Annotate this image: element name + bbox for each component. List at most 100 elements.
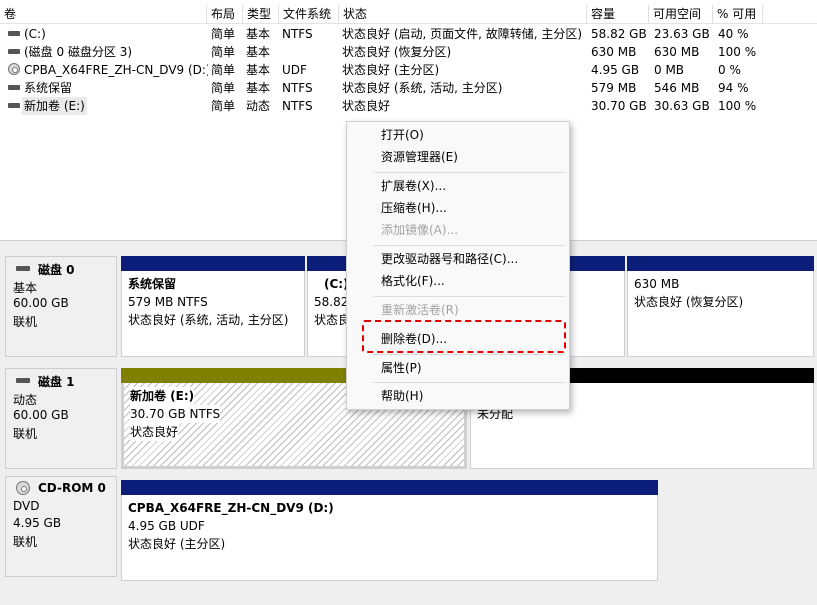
volume-free: 0 MB — [654, 63, 685, 77]
partition-body: 系统保留 579 MB NTFS 状态良好 (系统, 活动, 主分区) — [121, 271, 305, 357]
column-header-type[interactable]: 类型 — [242, 5, 278, 24]
volume-row-system-reserved[interactable]: 系统保留 简单 基本 NTFS 状态良好 (系统, 活动, 主分区) 579 M… — [0, 79, 780, 97]
menu-item-properties[interactable]: 属性(P) — [381, 359, 422, 377]
menu-item-shrink-volume[interactable]: 压缩卷(H)... — [381, 199, 447, 217]
volume-fs: UDF — [282, 63, 307, 77]
partition-size: 579 MB NTFS — [128, 295, 208, 309]
volume-layout: 简单 — [211, 63, 236, 77]
volume-name: 新加卷 (E:) — [22, 97, 87, 115]
menu-separator — [373, 296, 565, 297]
cd-icon — [8, 63, 20, 75]
disk-state: 联机 — [13, 315, 38, 329]
volume-layout: 简单 — [211, 27, 236, 41]
partition-status: 状态良好 (主分区) — [128, 537, 226, 551]
volume-pct: 94 % — [718, 81, 749, 95]
volume-row-recovery[interactable]: (磁盘 0 磁盘分区 3) 简单 基本 状态良好 (恢复分区) 630 MB 6… — [0, 43, 780, 61]
partition-bar — [121, 480, 658, 495]
partition-d[interactable]: CPBA_X64FRE_ZH-CN_DV9 (D:) 4.95 GB UDF 状… — [121, 480, 658, 581]
volume-type: 基本 — [246, 81, 271, 95]
volume-status: 状态良好 — [342, 99, 391, 113]
volume-layout: 简单 — [211, 81, 236, 95]
drive-icon — [8, 49, 20, 54]
disk-size: 60.00 GB — [13, 296, 69, 310]
partition-name: 系统保留 — [128, 277, 177, 291]
partition-status: 状态良好 — [130, 423, 179, 441]
partition-system-reserved[interactable]: 系统保留 579 MB NTFS 状态良好 (系统, 活动, 主分区) — [121, 256, 305, 357]
volume-pct: 40 % — [718, 27, 749, 41]
partition-size: 630 MB — [634, 277, 680, 291]
volume-layout: 简单 — [211, 45, 236, 59]
volume-fs: NTFS — [282, 27, 313, 41]
disk-0-label[interactable]: 磁盘 0 基本 60.00 GB 联机 — [5, 256, 117, 357]
volume-fs: NTFS — [282, 81, 313, 95]
menu-item-reactivate-volume: 重新激活卷(R) — [381, 303, 459, 317]
volume-status: 状态良好 (主分区) — [342, 63, 440, 77]
column-header-layout[interactable]: 布局 — [206, 5, 242, 24]
disk-kind: 基本 — [13, 281, 38, 295]
partition-bar — [627, 256, 814, 271]
drive-icon — [8, 103, 20, 108]
menu-item-format[interactable]: 格式化(F)... — [381, 272, 445, 290]
column-header-percent-free[interactable]: % 可用 — [712, 5, 762, 24]
volume-row-d[interactable]: CPBA_X64FRE_ZH-CN_DV9 (D:) 简单 基本 UDF 状态良… — [0, 61, 780, 79]
volume-pct: 0 % — [718, 63, 741, 77]
volume-type: 动态 — [246, 99, 271, 113]
volume-pct: 100 % — [718, 45, 757, 59]
partition-status: 状态良好 (恢复分区) — [634, 295, 744, 309]
disk-icon — [16, 266, 30, 271]
disk-state: 联机 — [13, 535, 38, 549]
menu-separator — [373, 245, 565, 246]
volume-free: 546 MB — [654, 81, 700, 95]
disk-size: 4.95 GB — [13, 516, 62, 530]
partition-recovery[interactable]: 630 MB 状态良好 (恢复分区) — [627, 256, 814, 357]
volume-name: 系统保留 — [24, 81, 73, 95]
volume-free: 23.63 GB — [654, 27, 710, 41]
volume-capacity: 630 MB — [591, 45, 637, 59]
cdrom-0-row: CD-ROM 0 DVD 4.95 GB 联机 CPBA_X64FRE_ZH-C… — [0, 476, 817, 581]
volume-status: 状态良好 (启动, 页面文件, 故障转储, 主分区) — [342, 27, 583, 41]
volume-type: 基本 — [246, 63, 271, 77]
volume-row-e[interactable]: 新加卷 (E:) 简单 动态 NTFS 状态良好 30.70 GB 30.63 … — [0, 97, 780, 115]
disk-kind: DVD — [13, 499, 40, 513]
drive-icon — [8, 85, 20, 90]
volume-name: (磁盘 0 磁盘分区 3) — [24, 45, 133, 59]
delete-volume-highlight-box — [362, 320, 566, 353]
column-header-filesystem[interactable]: 文件系统 — [278, 5, 338, 24]
column-header-free-space[interactable]: 可用空间 — [648, 5, 712, 24]
partition-size: 4.95 GB UDF — [128, 519, 205, 533]
disk-1-label[interactable]: 磁盘 1 动态 60.00 GB 联机 — [5, 368, 117, 469]
volume-type: 基本 — [246, 27, 271, 41]
partition-body: 630 MB 状态良好 (恢复分区) — [627, 271, 814, 357]
volume-capacity: 30.70 GB — [591, 99, 647, 113]
menu-item-change-drive-letter[interactable]: 更改驱动器号和路径(C)... — [381, 250, 518, 268]
volume-free: 630 MB — [654, 45, 700, 59]
menu-item-add-mirror: 添加镜像(A)... — [381, 223, 459, 237]
context-menu: 打开(O) 资源管理器(E) 扩展卷(X)... 压缩卷(H)... 添加镜像(… — [346, 121, 570, 410]
volume-name: CPBA_X64FRE_ZH-CN_DV9 (D:) — [24, 63, 208, 77]
disk-state: 联机 — [13, 427, 38, 441]
volume-capacity: 58.82 GB — [591, 27, 647, 41]
partition-bar — [121, 256, 305, 271]
partition-status: 状态良好 (系统, 活动, 主分区) — [128, 313, 289, 327]
column-header-status[interactable]: 状态 — [338, 5, 586, 24]
menu-item-open[interactable]: 打开(O) — [381, 126, 424, 144]
column-header-volume[interactable]: 卷 — [0, 5, 206, 24]
menu-item-explorer[interactable]: 资源管理器(E) — [381, 148, 458, 166]
disk-name: 磁盘 0 — [38, 263, 75, 277]
disk-kind: 动态 — [13, 393, 38, 407]
volume-row-c[interactable]: (C:) 简单 基本 NTFS 状态良好 (启动, 页面文件, 故障转储, 主分… — [0, 25, 780, 43]
menu-item-extend-volume[interactable]: 扩展卷(X)... — [381, 177, 446, 195]
cdrom-0-label[interactable]: CD-ROM 0 DVD 4.95 GB 联机 — [5, 476, 117, 577]
volume-fs: NTFS — [282, 99, 313, 113]
menu-separator — [373, 172, 565, 173]
volume-status: 状态良好 (系统, 活动, 主分区) — [342, 81, 503, 95]
drive-icon — [8, 31, 20, 36]
menu-separator — [373, 382, 565, 383]
partition-body: CPBA_X64FRE_ZH-CN_DV9 (D:) 4.95 GB UDF 状… — [121, 495, 658, 581]
cd-icon — [16, 481, 30, 495]
menu-item-help[interactable]: 帮助(H) — [381, 387, 423, 405]
column-header-capacity[interactable]: 容量 — [586, 5, 648, 24]
disk-icon — [16, 378, 30, 383]
volume-free: 30.63 GB — [654, 99, 710, 113]
disk-name: CD-ROM 0 — [38, 481, 106, 495]
